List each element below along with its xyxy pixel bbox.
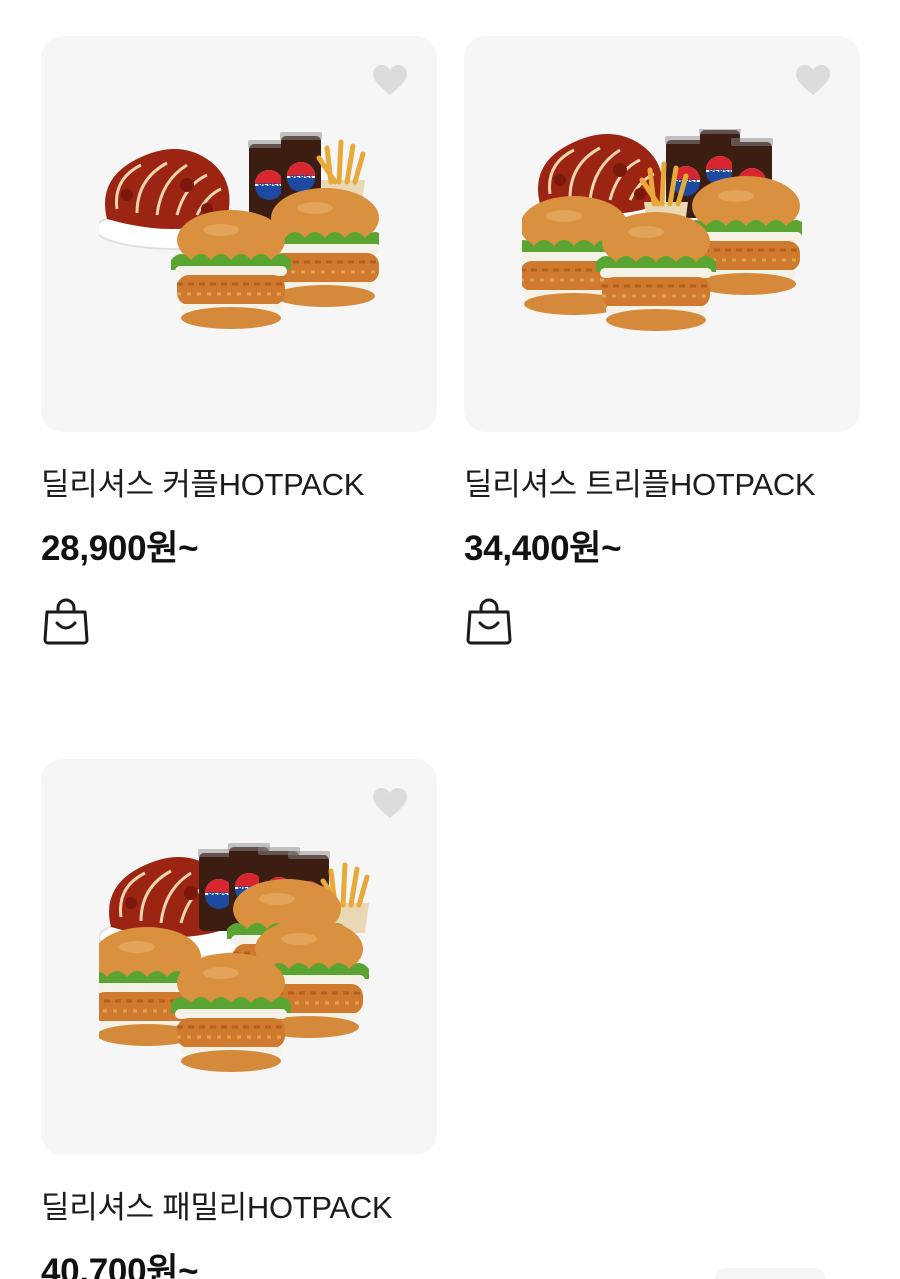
product-thumbnail[interactable] bbox=[41, 759, 437, 1155]
product-card[interactable]: 딜리셔스 트리플HOTPACK 34,400원~ bbox=[464, 36, 860, 651]
product-price: 34,400원~ bbox=[464, 529, 622, 568]
product-list: 딜리셔스 커플HOTPACK 28,900원~ 딜리셔스 트리플HOTPACK … bbox=[0, 0, 900, 1279]
product-card[interactable]: 딜리셔스 패밀리HOTPACK 40,700원~ bbox=[41, 759, 437, 1279]
shopping-bag-icon[interactable] bbox=[465, 596, 513, 646]
product-price: 28,900원~ bbox=[41, 529, 199, 568]
shopping-bag-icon[interactable] bbox=[42, 596, 90, 646]
product-image bbox=[99, 843, 379, 1074]
heart-icon[interactable] bbox=[373, 787, 407, 819]
product-name: 딜리셔스 커플HOTPACK bbox=[41, 467, 365, 502]
product-thumbnail[interactable] bbox=[464, 36, 860, 432]
product-image bbox=[522, 129, 802, 333]
floating-button-shadow bbox=[715, 1268, 825, 1279]
product-name: 딜리셔스 패밀리HOTPACK bbox=[41, 1190, 393, 1225]
heart-icon[interactable] bbox=[796, 64, 830, 96]
product-price: 40,700원~ bbox=[41, 1252, 199, 1279]
heart-icon[interactable] bbox=[373, 64, 407, 96]
product-thumbnail[interactable] bbox=[41, 36, 437, 432]
product-name: 딜리셔스 트리플HOTPACK bbox=[464, 467, 816, 502]
product-image bbox=[99, 132, 379, 331]
product-card[interactable]: 딜리셔스 커플HOTPACK 28,900원~ bbox=[41, 36, 437, 651]
